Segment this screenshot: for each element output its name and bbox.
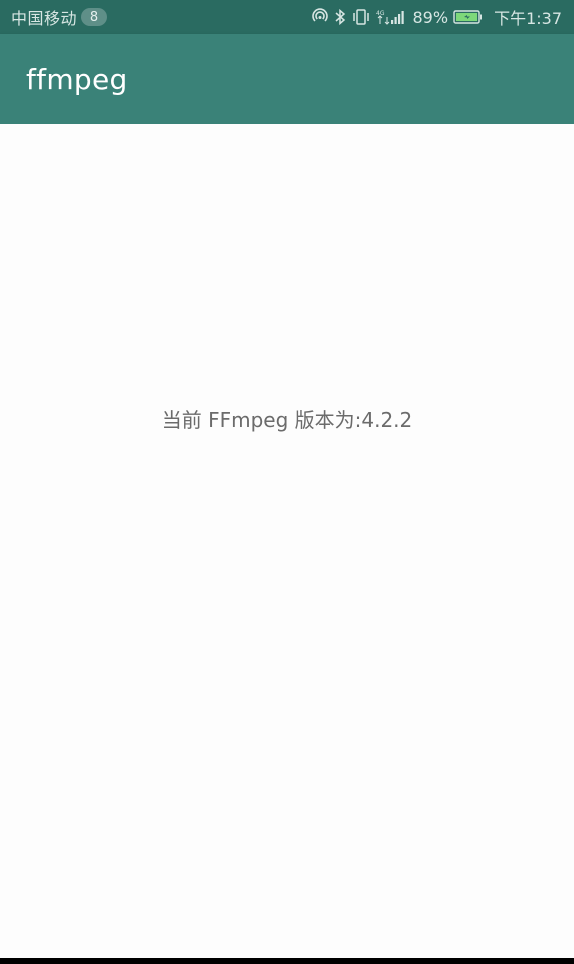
clock-time: 下午1:37 xyxy=(494,9,562,28)
bluetooth-icon xyxy=(334,8,346,26)
signal-icon: 4G xyxy=(376,8,406,26)
app-toolbar: ffmpeg xyxy=(0,34,574,124)
notification-count-badge: 8 xyxy=(81,8,108,26)
battery-icon xyxy=(453,9,483,25)
battery-percent: 89% xyxy=(412,7,449,27)
navigation-bar-edge xyxy=(0,958,574,964)
status-bar: 中国移动 8 4G 89% 下午1:37 xyxy=(0,0,574,34)
status-right: 4G 89% 下午1:37 xyxy=(311,5,562,29)
carrier-name: 中国移动 xyxy=(11,9,78,28)
ffmpeg-version-text: 当前 FFmpeg 版本为:4.2.2 xyxy=(161,408,413,432)
status-left: 中国移动 8 xyxy=(11,5,108,29)
main-content xyxy=(0,124,574,958)
vibrate-icon xyxy=(351,8,371,26)
hotspot-icon xyxy=(311,8,329,26)
app-title: ffmpeg xyxy=(26,62,128,96)
